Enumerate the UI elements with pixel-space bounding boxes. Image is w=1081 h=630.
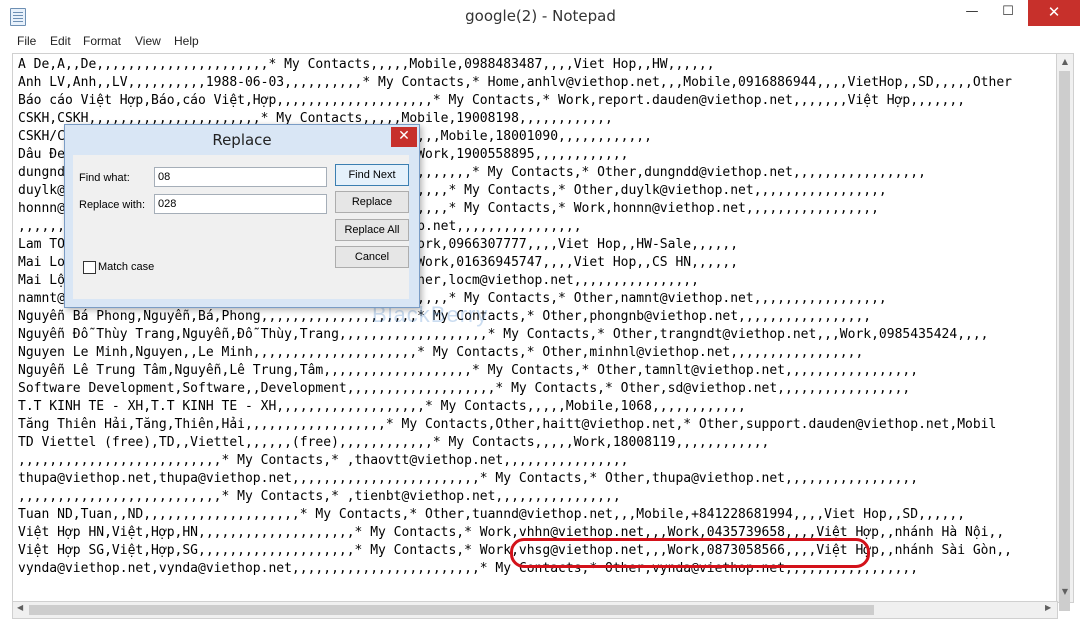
menu-file[interactable]: File bbox=[17, 34, 36, 48]
text-line: T.T KINH TE - XH,T.T KINH TE - XH,,,,,,,… bbox=[18, 399, 746, 414]
vertical-scrollbar[interactable]: ▲ ▼ bbox=[1056, 53, 1074, 611]
close-window-button[interactable]: ✕ bbox=[1028, 0, 1080, 26]
vertical-scroll-thumb[interactable] bbox=[1059, 71, 1070, 611]
replace-dialog: Replace ✕ Find what: 08 Replace with: 02… bbox=[64, 124, 420, 308]
title-bar: google(2) - Notepad — ☐ ✕ bbox=[0, 0, 1081, 33]
scroll-left-icon[interactable]: ◀ bbox=[17, 603, 23, 612]
find-what-input[interactable]: 08 bbox=[154, 167, 327, 187]
scroll-right-icon[interactable]: ▶ bbox=[1045, 603, 1051, 612]
replace-with-label: Replace with: bbox=[79, 199, 146, 211]
highlight-annotation bbox=[510, 538, 870, 568]
dialog-close-button[interactable]: ✕ bbox=[391, 127, 417, 147]
cancel-button[interactable]: Cancel bbox=[335, 246, 409, 268]
scroll-up-icon[interactable]: ▲ bbox=[1057, 57, 1073, 66]
text-line: Nguyễn Đỗ Thùy Trang,Nguyễn,Đỗ Thùy,Tran… bbox=[18, 327, 989, 342]
text-line: ,,,,,,,,,,,,,,,,,,,,,,,,,,* My Contacts,… bbox=[18, 489, 621, 504]
scroll-down-icon[interactable]: ▼ bbox=[1057, 587, 1073, 596]
dialog-body: Find what: 08 Replace with: 028 Match ca… bbox=[73, 155, 409, 299]
menu-view[interactable]: View bbox=[135, 34, 161, 48]
match-case-checkbox[interactable] bbox=[83, 261, 96, 274]
menu-help[interactable]: Help bbox=[174, 34, 199, 48]
window-title: google(2) - Notepad bbox=[465, 7, 616, 25]
menu-edit[interactable]: Edit bbox=[50, 34, 71, 48]
text-line: Software Development,Software,,Developme… bbox=[18, 381, 911, 396]
text-line: Nguyễn Bá Phong,Nguyễn,Bá,Phong,,,,,,,,,… bbox=[18, 309, 872, 324]
text-line: thupa@viethop.net,thupa@viethop.net,,,,,… bbox=[18, 471, 919, 486]
text-line: Báo cáo Việt Hợp,Báo,cáo Việt,Hợp,,,,,,,… bbox=[18, 93, 966, 108]
replace-all-button[interactable]: Replace All bbox=[335, 219, 409, 241]
text-line: Anh LV,Anh,,LV,,,,,,,,,,1988-06-03,,,,,,… bbox=[18, 75, 1012, 90]
text-line: Tăng Thiên Hải,Tăng,Thiên,Hải,,,,,,,,,,,… bbox=[18, 417, 997, 432]
match-case-label[interactable]: Match case bbox=[98, 261, 154, 273]
find-next-button[interactable]: Find Next bbox=[335, 164, 409, 186]
replace-button[interactable]: Replace bbox=[335, 191, 409, 213]
text-line: Nguyen Le Minh,Nguyen,,Le Minh,,,,,,,,,,… bbox=[18, 345, 864, 360]
menu-format[interactable]: Format bbox=[83, 34, 121, 48]
dialog-title: Replace bbox=[212, 131, 272, 149]
text-line: Tuan ND,Tuan,,ND,,,,,,,,,,,,,,,,,,,,* My… bbox=[18, 507, 966, 522]
text-line: Nguyễn Lê Trung Tâm,Nguyễn,Lê Trung,Tâm,… bbox=[18, 363, 919, 378]
replace-with-input[interactable]: 028 bbox=[154, 194, 327, 214]
horizontal-scroll-thumb[interactable] bbox=[29, 605, 874, 615]
horizontal-scrollbar[interactable]: ◀ ▶ bbox=[12, 601, 1058, 619]
maximize-button[interactable]: ☐ bbox=[988, 0, 1028, 26]
text-line: A De,A,,De,,,,,,,,,,,,,,,,,,,,,,* My Con… bbox=[18, 57, 715, 72]
menu-bar: File Edit Format View Help bbox=[0, 32, 1081, 52]
find-what-label: Find what: bbox=[79, 172, 130, 184]
text-line: TD Viettel (free),TD,,Viettel,,,,,,(free… bbox=[18, 435, 770, 450]
text-line: ,,,,,,,,,,,,,,,,,,,,,,,,,,* My Contacts,… bbox=[18, 453, 629, 468]
minimize-button[interactable]: — bbox=[956, 0, 988, 26]
